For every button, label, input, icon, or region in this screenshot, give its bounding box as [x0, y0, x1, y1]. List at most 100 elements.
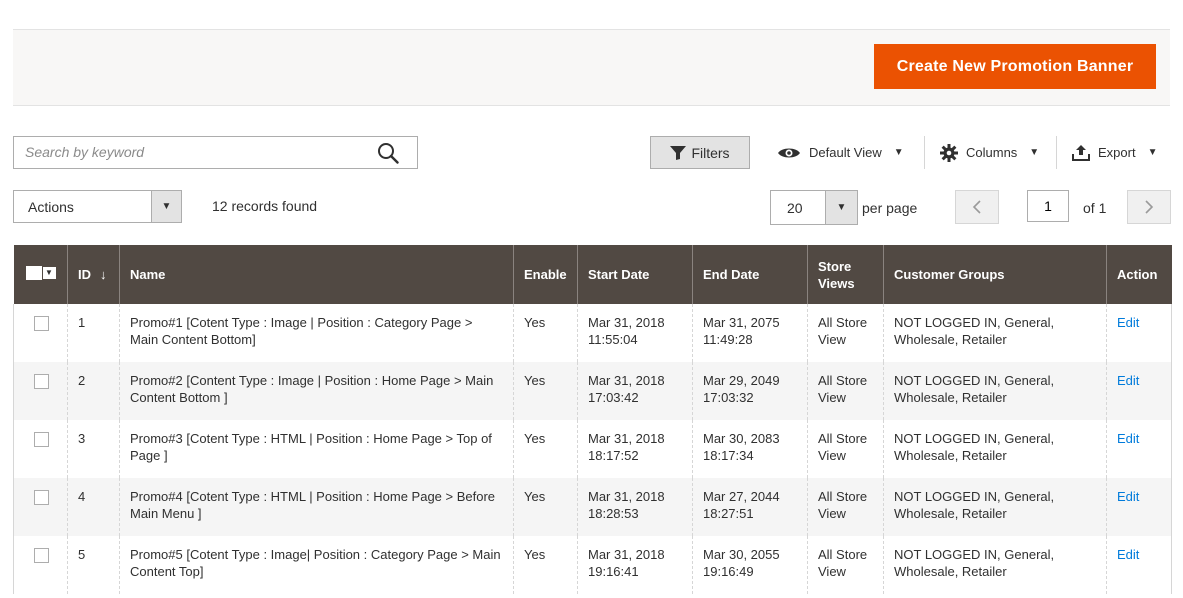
cell-end-date: Mar 31, 2075 11:49:28 — [692, 304, 808, 362]
row-select-cell — [13, 362, 68, 420]
search-input[interactable] — [14, 137, 365, 166]
cell-start-date: Mar 31, 2018 17:03:42 — [577, 362, 693, 420]
cell-customer-groups: NOT LOGGED IN, General, Wholesale, Retai… — [883, 362, 1107, 420]
cell-name: Promo#1 [Cotent Type : Image | Position … — [119, 304, 514, 362]
column-header-id[interactable]: ID ↓ — [67, 245, 120, 304]
cell-start-date: Mar 31, 2018 18:28:53 — [577, 478, 693, 536]
table-row: 5 Promo#5 [Cotent Type : Image| Position… — [13, 536, 1172, 594]
cell-id: 2 — [67, 362, 120, 420]
cell-enable: Yes — [513, 420, 578, 478]
cell-name: Promo#2 [Content Type : Image | Position… — [119, 362, 514, 420]
cell-end-date: Mar 29, 2049 17:03:32 — [692, 362, 808, 420]
table-row: 4 Promo#4 [Cotent Type : HTML | Position… — [13, 478, 1172, 536]
cell-store-views: All Store View — [807, 536, 884, 594]
cell-customer-groups: NOT LOGGED IN, General, Wholesale, Retai… — [883, 478, 1107, 536]
per-page-select[interactable]: 20 ▼ — [770, 190, 858, 225]
per-page-value: 20 — [787, 199, 803, 216]
eye-icon — [778, 148, 800, 157]
cell-enable: Yes — [513, 362, 578, 420]
filters-button[interactable]: Filters — [650, 136, 750, 169]
cell-action: Edit — [1106, 362, 1172, 420]
column-header-customer-groups[interactable]: Customer Groups — [883, 245, 1107, 304]
promotion-banner-grid: ▼ ID ↓ Name Enable Start Date End Date St… — [13, 245, 1172, 594]
columns-dropdown[interactable]: Columns ▼ — [940, 136, 1039, 169]
toolbar-divider — [1056, 136, 1057, 169]
records-found: 12 records found — [212, 198, 318, 214]
row-select-cell — [13, 304, 68, 362]
mass-select-header[interactable]: ▼ — [13, 245, 68, 304]
cell-end-date: Mar 30, 2083 18:17:34 — [692, 420, 808, 478]
edit-link[interactable]: Edit — [1117, 315, 1139, 330]
cell-name: Promo#3 [Cotent Type : HTML | Position :… — [119, 420, 514, 478]
gear-icon — [940, 143, 958, 162]
table-row: 1 Promo#1 [Cotent Type : Image | Positio… — [13, 304, 1172, 362]
chevron-down-icon: ▼ — [1147, 147, 1158, 158]
default-view-dropdown[interactable]: Default View ▼ — [777, 136, 904, 169]
chevron-down-icon: ▼ — [151, 191, 181, 222]
chevron-down-icon: ▼ — [1029, 147, 1040, 158]
cell-id: 3 — [67, 420, 120, 478]
cell-name: Promo#5 [Cotent Type : Image| Position :… — [119, 536, 514, 594]
export-label: Export — [1098, 145, 1136, 160]
cell-action: Edit — [1106, 304, 1172, 362]
next-page-button[interactable] — [1127, 190, 1171, 224]
cell-store-views: All Store View — [807, 304, 884, 362]
mass-select-checkbox[interactable]: ▼ — [25, 265, 56, 280]
chevron-right-icon — [1145, 200, 1154, 214]
page-actions-bar: Create New Promotion Banner — [13, 30, 1170, 106]
export-icon — [1072, 144, 1090, 161]
chevron-down-icon[interactable]: ▼ — [825, 191, 857, 224]
search-icon[interactable] — [377, 142, 399, 164]
row-checkbox[interactable] — [34, 432, 49, 447]
cell-customer-groups: NOT LOGGED IN, General, Wholesale, Retai… — [883, 304, 1107, 362]
cell-action: Edit — [1106, 536, 1172, 594]
chevron-down-icon: ▼ — [42, 266, 56, 279]
table-row: 2 Promo#2 [Content Type : Image | Positi… — [13, 362, 1172, 420]
row-select-cell — [13, 536, 68, 594]
column-header-name[interactable]: Name — [119, 245, 514, 304]
row-checkbox[interactable] — [34, 316, 49, 331]
export-dropdown[interactable]: Export ▼ — [1072, 136, 1157, 169]
edit-link[interactable]: Edit — [1117, 431, 1139, 446]
edit-link[interactable]: Edit — [1117, 489, 1139, 504]
cell-action: Edit — [1106, 420, 1172, 478]
page-number-input[interactable] — [1027, 190, 1069, 222]
create-promotion-banner-button[interactable]: Create New Promotion Banner — [874, 44, 1156, 89]
cell-store-views: All Store View — [807, 478, 884, 536]
row-select-cell — [13, 420, 68, 478]
cell-enable: Yes — [513, 304, 578, 362]
mass-actions-select[interactable]: Actions ▼ — [13, 190, 182, 223]
cell-store-views: All Store View — [807, 420, 884, 478]
cell-start-date: Mar 31, 2018 18:17:52 — [577, 420, 693, 478]
chevron-left-icon — [972, 200, 981, 214]
cell-id: 4 — [67, 478, 120, 536]
columns-label: Columns — [966, 145, 1018, 160]
cell-enable: Yes — [513, 536, 578, 594]
cell-id: 1 — [67, 304, 120, 362]
cell-name: Promo#4 [Cotent Type : HTML | Position :… — [119, 478, 514, 536]
cell-action: Edit — [1106, 478, 1172, 536]
row-checkbox[interactable] — [34, 490, 49, 505]
edit-link[interactable]: Edit — [1117, 373, 1139, 388]
column-header-enable[interactable]: Enable — [513, 245, 578, 304]
cell-customer-groups: NOT LOGGED IN, General, Wholesale, Retai… — [883, 420, 1107, 478]
column-header-start-date[interactable]: Start Date — [577, 245, 693, 304]
page-total: of 1 — [1083, 200, 1107, 216]
sort-arrow-icon: ↓ — [100, 267, 107, 282]
table-header-row: ▼ ID ↓ Name Enable Start Date End Date St… — [13, 245, 1172, 304]
mass-actions-label: Actions — [28, 198, 74, 215]
edit-link[interactable]: Edit — [1117, 547, 1139, 562]
toolbar-divider — [924, 136, 925, 169]
previous-page-button[interactable] — [955, 190, 999, 224]
cell-end-date: Mar 27, 2044 18:27:51 — [692, 478, 808, 536]
table-row: 3 Promo#3 [Cotent Type : HTML | Position… — [13, 420, 1172, 478]
per-page-label: per page — [862, 200, 918, 216]
filter-icon — [670, 145, 687, 160]
row-checkbox[interactable] — [34, 374, 49, 389]
cell-start-date: Mar 31, 2018 19:16:41 — [577, 536, 693, 594]
column-header-end-date[interactable]: End Date — [692, 245, 808, 304]
row-checkbox[interactable] — [34, 548, 49, 563]
cell-store-views: All Store View — [807, 362, 884, 420]
cell-start-date: Mar 31, 2018 11:55:04 — [577, 304, 693, 362]
column-header-store-views[interactable]: Store Views — [807, 245, 884, 304]
